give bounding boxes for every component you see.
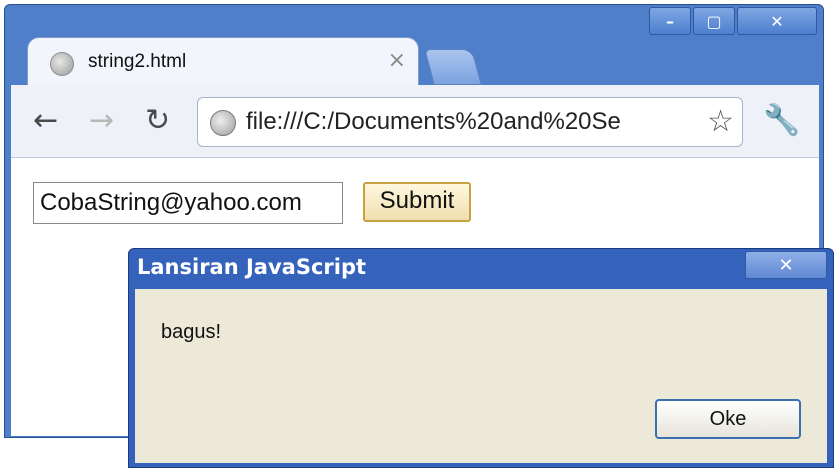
maximize-button[interactable]: ▢ [693, 7, 735, 35]
email-field[interactable] [33, 182, 343, 224]
address-bar[interactable]: file:///C:/Documents%20and%20Se ☆ [197, 97, 743, 147]
new-tab-button[interactable] [424, 49, 482, 85]
forward-arrow-icon[interactable]: → [89, 103, 114, 138]
wrench-icon[interactable]: 🔧 [763, 103, 800, 138]
dialog-body: bagus! Oke [135, 289, 827, 463]
dialog-title: Lansiran JavaScript [137, 255, 367, 279]
browser-tab[interactable]: string2.html × [27, 37, 419, 87]
tab-title: string2.html [88, 51, 187, 72]
dialog-close-button[interactable]: ✕ [745, 251, 827, 279]
star-icon[interactable]: ☆ [703, 104, 734, 139]
page-globe-icon [210, 110, 236, 136]
reload-icon[interactable]: ↻ [145, 103, 170, 138]
globe-icon [50, 52, 74, 76]
window-controls: – ▢ ✕ [647, 7, 817, 35]
url-text: file:///C:/Documents%20and%20Se [246, 108, 621, 135]
oke-button[interactable]: Oke [655, 399, 801, 439]
browser-toolbar: ← → ↻ file:///C:/Documents%20and%20Se ☆ … [11, 85, 819, 158]
submit-button[interactable]: Submit [363, 182, 471, 222]
minimize-button[interactable]: – [649, 7, 691, 35]
back-arrow-icon[interactable]: ← [33, 103, 58, 138]
dialog-message: bagus! [161, 321, 222, 343]
tab-close-icon[interactable]: × [388, 48, 406, 73]
window-close-button[interactable]: ✕ [737, 7, 817, 35]
javascript-alert-dialog: Lansiran JavaScript ✕ bagus! Oke [128, 248, 834, 468]
